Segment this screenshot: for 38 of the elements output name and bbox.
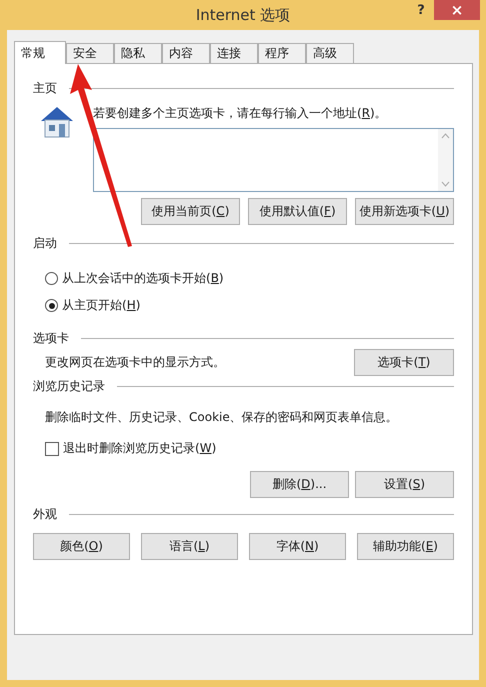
help-button[interactable]: ?	[408, 0, 434, 20]
description-text: 更改网页在选项卡中的显示方式。	[45, 354, 225, 371]
startup-radio[interactable]: 从上次会话中的选项卡开始(B)	[33, 270, 454, 287]
radio-button[interactable]	[45, 299, 58, 312]
appearance-button[interactable]: 颜色(O)	[33, 533, 130, 560]
home-page-button[interactable]: 使用新选项卡(U)	[355, 198, 454, 225]
window-title: Internet 选项	[196, 6, 290, 24]
history-button[interactable]: 删除(D)...	[250, 471, 349, 498]
section-heading: 选项卡	[33, 330, 69, 347]
radio-button[interactable]	[45, 272, 58, 285]
home-page-address-field[interactable]	[93, 128, 454, 192]
instruction-text: 若要创建多个主页选项卡，请在每行输入一个地址(R)。	[93, 105, 388, 122]
description-text: 删除临时文件、历史记录、Cookie、保存的密码和网页表单信息。	[45, 409, 398, 426]
tab[interactable]: 内容	[162, 43, 210, 63]
home-page-button[interactable]: 使用当前页(C)	[141, 198, 240, 225]
section-heading: 主页	[33, 80, 57, 97]
close-button[interactable]: ×	[434, 0, 480, 20]
section-heading: 外观	[33, 506, 57, 523]
tab[interactable]: 连接	[210, 43, 258, 63]
history-button[interactable]: 设置(S)	[355, 471, 454, 498]
section-heading: 浏览历史记录	[33, 378, 105, 395]
appearance-button[interactable]: 字体(N)	[249, 533, 346, 560]
tabs-button[interactable]: 选项卡(T)	[354, 349, 454, 376]
tab[interactable]: 高级	[306, 43, 354, 63]
startup-radio[interactable]: 从主页开始(H)	[33, 297, 454, 314]
checkbox[interactable]	[45, 442, 59, 456]
appearance-button[interactable]: 辅助功能(E)	[357, 533, 454, 560]
home-page-button[interactable]: 使用默认值(F)	[248, 198, 347, 225]
tab[interactable]: 隐私	[114, 43, 162, 63]
appearance-button[interactable]: 语言(L)	[141, 533, 238, 560]
scroll-up-icon	[441, 133, 450, 139]
tab[interactable]: 安全	[66, 43, 114, 63]
section-heading: 启动	[33, 235, 57, 252]
tab[interactable]: 常规	[14, 41, 66, 64]
scroll-down-icon	[441, 181, 450, 187]
delete-on-exit-checkbox[interactable]: 退出时删除浏览历史记录(W)	[33, 440, 454, 457]
house-icon	[39, 105, 75, 139]
tab[interactable]: 程序	[258, 43, 306, 63]
